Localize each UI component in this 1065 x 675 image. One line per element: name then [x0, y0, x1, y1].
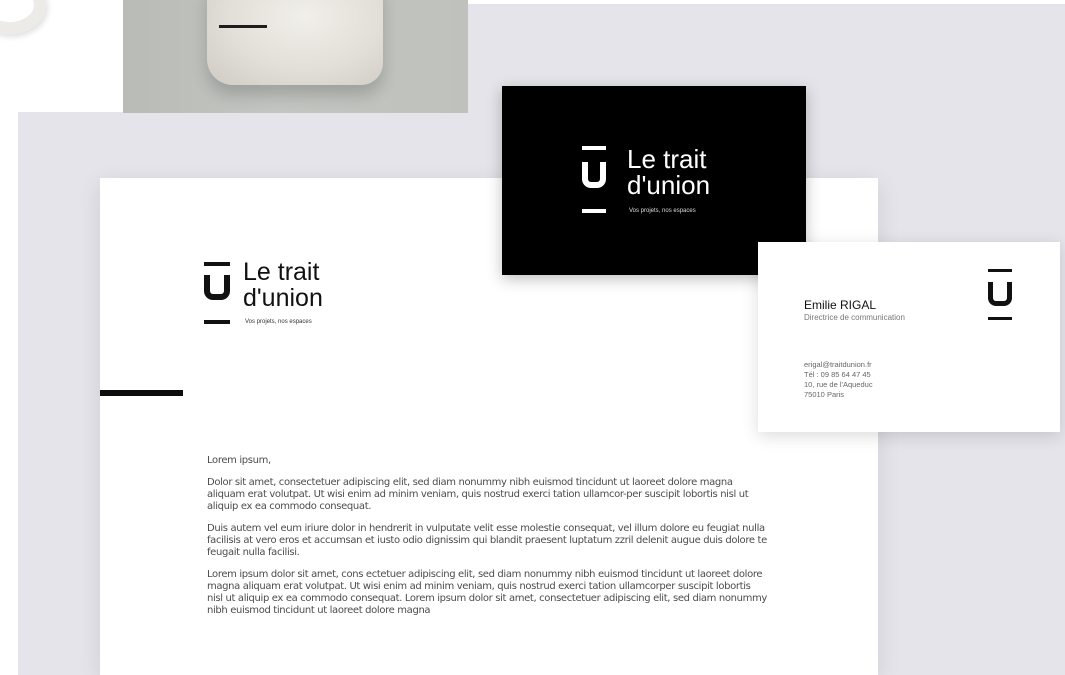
contact-role: Directrice de communication: [804, 313, 905, 322]
contact-email: erigal@traitdunion.fr: [804, 360, 872, 369]
tote-bag-shape: [207, 0, 383, 85]
business-card-back: Emilie RIGAL Directrice de communication…: [758, 242, 1060, 432]
brand-name-line2: d'union: [627, 170, 711, 200]
brand-tagline: Vos projets, nos espaces: [245, 319, 312, 325]
logo-bottom-bar-icon: [582, 209, 606, 213]
logo-top-bar-icon: [582, 146, 606, 150]
brand-name-line1: Le trait: [243, 258, 320, 286]
brand-name-line2: d'union: [243, 284, 323, 312]
letterhead-logo: Le trait d'union Vos projets, nos espace…: [204, 259, 374, 328]
contact-address-line2: 75010 Paris: [804, 390, 845, 399]
card-back-logo-mark: [988, 269, 1012, 321]
brand-name: Le trait d'union: [627, 146, 710, 198]
letter-paragraph-3: Lorem ipsum dolor sit amet, cons ectetue…: [207, 569, 767, 616]
contact-details: erigal@traitdunion.fr Tél : 09 85 64 47 …: [804, 360, 873, 400]
logo-u-icon: [582, 162, 606, 188]
logo-top-bar-icon: [988, 269, 1012, 272]
logo-top-bar-icon: [204, 262, 230, 266]
card-front-logo: Le trait d'union Vos projets, nos espace…: [582, 146, 742, 218]
contact-address-line1: 10, rue de l'Aqueduc: [804, 380, 873, 389]
contact-phone: Tél : 09 85 64 47 45: [804, 370, 871, 379]
letter-paragraph-1: Dolor sit amet, consectetuer adipiscing …: [207, 477, 749, 512]
mug-handle-shape: [0, 0, 46, 34]
letterhead-accent-rule: [100, 390, 183, 396]
logo-bottom-bar-icon: [204, 320, 230, 324]
letter-greeting: Lorem ipsum,: [207, 455, 271, 466]
tote-bag-mark: [219, 25, 267, 28]
brand-name: Le trait d'union: [243, 259, 323, 311]
letter-body: Lorem ipsum, Dolor sit amet, consectetue…: [207, 455, 769, 627]
tote-bag-photo: [123, 0, 468, 113]
letter-paragraph-2: Duis autem vel eum iriure dolor in hendr…: [207, 523, 767, 558]
brand-name-line1: Le trait: [627, 144, 707, 174]
logo-bottom-bar-icon: [988, 317, 1012, 320]
brand-tagline: Vos projets, nos espaces: [629, 208, 696, 214]
logo-u-icon: [204, 275, 230, 300]
contact-name: Emilie RIGAL: [804, 298, 877, 312]
mug-photo: [0, 0, 70, 42]
logo-u-icon: [988, 282, 1012, 306]
